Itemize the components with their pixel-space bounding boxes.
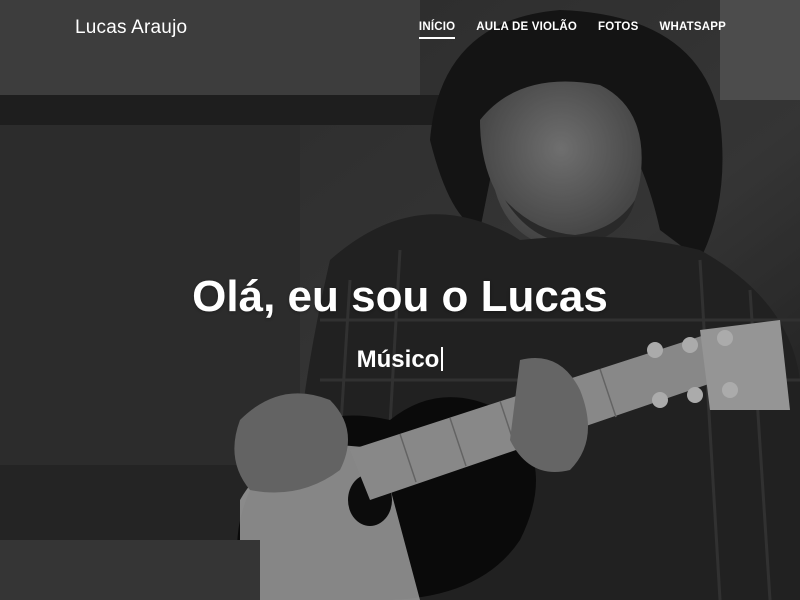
hero-section: Lucas Araujo INÍCIO AULA DE VIOLÃO FOTOS… (0, 0, 800, 600)
nav-menu: INÍCIO AULA DE VIOLÃO FOTOS WHATSAPP (418, 21, 726, 39)
typing-cursor (441, 347, 444, 371)
hero-typed-subtitle: Músico (0, 346, 800, 374)
typed-text: Músico (356, 346, 440, 373)
nav-item-inicio[interactable]: INÍCIO (418, 21, 456, 39)
nav-item-aula-de-violao[interactable]: AULA DE VIOLÃO (476, 21, 577, 39)
top-navbar: Lucas Araujo INÍCIO AULA DE VIOLÃO FOTOS… (0, 0, 800, 60)
nav-item-whatsapp[interactable]: WHATSAPP (659, 21, 726, 39)
hero-headline: Olá, eu sou o Lucas (192, 272, 608, 321)
brand-logo-link[interactable]: Lucas Araujo (75, 17, 187, 39)
nav-item-fotos[interactable]: FOTOS (598, 21, 638, 39)
